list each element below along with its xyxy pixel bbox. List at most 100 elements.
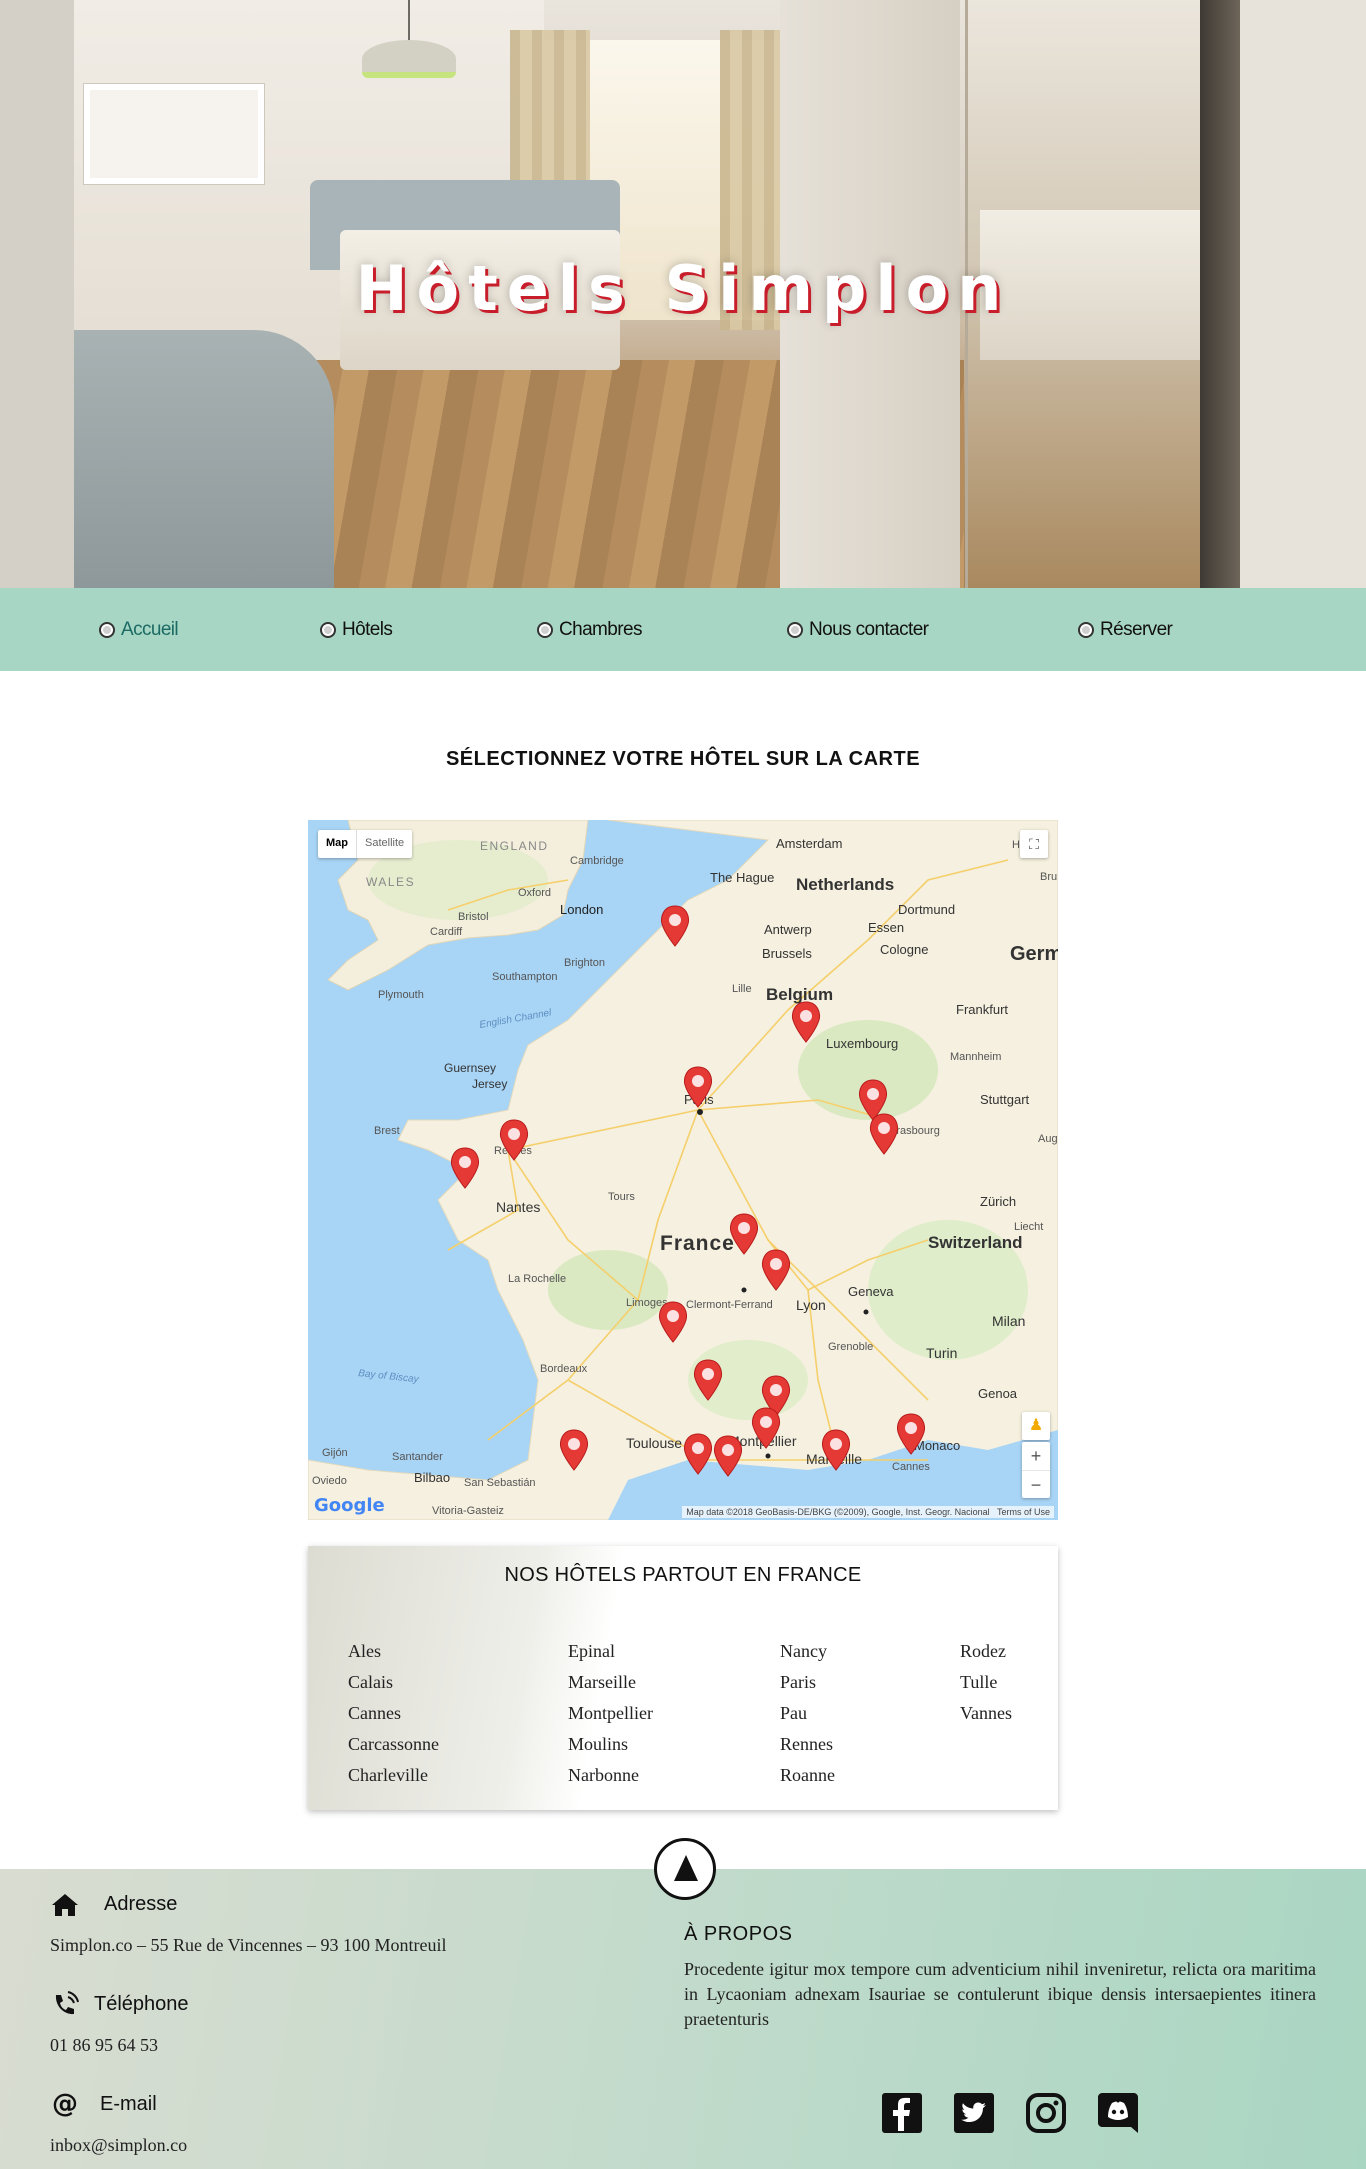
map-terrain bbox=[548, 1250, 668, 1330]
map-label: The Hague bbox=[710, 870, 774, 885]
home-icon bbox=[52, 1894, 78, 1916]
map-label: Grenoble bbox=[828, 1341, 873, 1353]
hotel-link[interactable]: Tulle bbox=[960, 1667, 1012, 1698]
map-label: Plymouth bbox=[378, 989, 424, 1001]
hotel-link[interactable]: Epinal bbox=[568, 1636, 653, 1667]
hotel-link[interactable]: Rodez bbox=[960, 1636, 1012, 1667]
address-label: Adresse bbox=[104, 1893, 178, 1915]
map-label: Lille bbox=[732, 983, 752, 995]
map-label: Belgium bbox=[766, 985, 833, 1004]
twitter-icon[interactable] bbox=[952, 2091, 996, 2135]
hotel-link[interactable]: Montpellier bbox=[568, 1698, 653, 1729]
pegman-icon[interactable]: ♟ bbox=[1022, 1412, 1050, 1440]
nav-item-label: Accueil bbox=[121, 619, 179, 640]
hotel-link[interactable]: Rennes bbox=[780, 1729, 835, 1760]
map-section-title: SÉLECTIONNEZ VOTRE HÔTEL SUR LA CARTE bbox=[445, 748, 921, 770]
hero-photo-lamp bbox=[362, 40, 456, 78]
zoom-out-button[interactable]: − bbox=[1022, 1470, 1050, 1498]
hotel-link[interactable]: Carcassonne bbox=[348, 1729, 439, 1760]
hotel-link[interactable]: Vannes bbox=[960, 1698, 1012, 1729]
map-label: Turin bbox=[926, 1345, 957, 1361]
hotel-list-column: Nancy Paris Pau Rennes Roanne bbox=[780, 1636, 835, 1791]
main-nav: Accueil Hôtels Chambres Nous contacter R… bbox=[0, 588, 1366, 671]
hotel-link[interactable]: Charleville bbox=[348, 1760, 439, 1791]
map-label: Brussels bbox=[762, 946, 812, 961]
map-label: Oxford bbox=[518, 887, 551, 899]
map-label: Milan bbox=[992, 1313, 1025, 1329]
map-label: Mannheim bbox=[950, 1051, 1001, 1063]
hotel-link[interactable]: Ales bbox=[348, 1636, 439, 1667]
map-label: Bristol bbox=[458, 911, 489, 923]
hotel-link[interactable]: Calais bbox=[348, 1667, 439, 1698]
map-label: Amsterdam bbox=[776, 836, 842, 851]
nav-item-contact[interactable]: Nous contacter bbox=[787, 616, 929, 644]
map-label: Southampton bbox=[492, 971, 557, 983]
about-text: Procedente igitur mox tempore cum advent… bbox=[684, 1959, 1316, 2029]
nav-item-label: Réserver bbox=[1100, 619, 1173, 640]
map-label: Cardiff bbox=[430, 926, 463, 938]
hotel-link[interactable]: Paris bbox=[780, 1667, 835, 1698]
site-title: Hôtels Simplon bbox=[355, 252, 1011, 325]
nav-item-reserver[interactable]: Réserver bbox=[1078, 616, 1173, 644]
nav-item-hotels[interactable]: Hôtels bbox=[320, 616, 393, 644]
instagram-icon[interactable] bbox=[1024, 2091, 1068, 2135]
map-label: Vitoria-Gasteiz bbox=[432, 1505, 504, 1517]
map-label: Dortmund bbox=[898, 902, 955, 917]
map-type-map-button[interactable]: Map bbox=[318, 830, 356, 858]
hotel-link[interactable]: Narbonne bbox=[568, 1760, 653, 1791]
map-canvas[interactable]: ENGLAND WALES Cambridge Oxford London Br… bbox=[308, 820, 1058, 1520]
map-label: London bbox=[560, 902, 603, 917]
map-label: Bordeaux bbox=[540, 1363, 588, 1375]
hotel-list-column: Ales Calais Cannes Carcassonne Charlevil… bbox=[348, 1636, 439, 1791]
map-label: Essen bbox=[868, 920, 904, 935]
fullscreen-icon[interactable]: ⛶ bbox=[1020, 830, 1048, 858]
map-label: Augs bbox=[1038, 1133, 1058, 1145]
map-label: La Rochelle bbox=[508, 1273, 566, 1285]
map-label: Switzerland bbox=[928, 1233, 1022, 1252]
map-label: Tours bbox=[608, 1191, 635, 1203]
nav-item-label: Hôtels bbox=[342, 619, 393, 640]
facebook-icon[interactable] bbox=[880, 2091, 924, 2135]
map-label: Genoa bbox=[978, 1386, 1018, 1401]
svg-text:@: @ bbox=[52, 2089, 78, 2117]
nav-item-chambres[interactable]: Chambres bbox=[537, 616, 642, 644]
map-label: Santander bbox=[392, 1451, 443, 1463]
map-label: Cannes bbox=[892, 1461, 930, 1473]
map-label: ENGLAND bbox=[480, 839, 549, 853]
phone-value[interactable]: 01 86 95 64 53 bbox=[50, 2035, 158, 2056]
map-terms-link[interactable]: Terms of Use bbox=[997, 1507, 1050, 1517]
map-label: Brest bbox=[374, 1125, 400, 1137]
map-type-satellite-button[interactable]: Satellite bbox=[356, 830, 412, 858]
map-label: France bbox=[660, 1232, 735, 1255]
nav-item-accueil[interactable]: Accueil bbox=[99, 616, 179, 644]
hotel-link[interactable]: Moulins bbox=[568, 1729, 653, 1760]
map-label: Cologne bbox=[880, 942, 928, 957]
hotel-list-column: Rodez Tulle Vannes bbox=[960, 1636, 1012, 1729]
email-value[interactable]: inbox@simplon.co bbox=[50, 2135, 187, 2156]
map-label: Geneva bbox=[848, 1284, 894, 1299]
map-attribution: Map data ©2018 GeoBasis-DE/BKG (©2009), … bbox=[682, 1506, 1054, 1518]
discord-icon[interactable] bbox=[1096, 2091, 1140, 2135]
map-label: Netherlands bbox=[796, 875, 894, 894]
arrow-up-icon bbox=[674, 1855, 698, 1881]
map-zoom-control: + − bbox=[1022, 1442, 1050, 1498]
map-label: Lyon bbox=[796, 1297, 826, 1313]
map-label: Bilbao bbox=[414, 1470, 450, 1485]
hotel-link[interactable]: Nancy bbox=[780, 1636, 835, 1667]
hotel-link[interactable]: Pau bbox=[780, 1698, 835, 1729]
map-attribution-text: Map data ©2018 GeoBasis-DE/BKG (©2009), … bbox=[686, 1507, 990, 1517]
map-label: Stuttgart bbox=[980, 1092, 1030, 1107]
map-label: WALES bbox=[366, 875, 415, 889]
hotel-link[interactable]: Marseille bbox=[568, 1667, 653, 1698]
hotel-list-title: NOS HÔTELS PARTOUT EN FRANCE bbox=[504, 1564, 862, 1586]
hotel-map[interactable]: ENGLAND WALES Cambridge Oxford London Br… bbox=[308, 820, 1058, 1520]
back-to-top-button[interactable] bbox=[654, 1838, 716, 1900]
hotel-link[interactable]: Roanne bbox=[780, 1760, 835, 1791]
hotel-link[interactable]: Cannes bbox=[348, 1698, 439, 1729]
phone-label: Téléphone bbox=[94, 1993, 189, 2015]
hero-photo-sofa bbox=[74, 330, 334, 588]
map-label: Nantes bbox=[496, 1199, 540, 1215]
at-sign-icon: @ bbox=[52, 2089, 78, 2117]
hero-photo-lamp-cord bbox=[408, 0, 410, 42]
zoom-in-button[interactable]: + bbox=[1022, 1442, 1050, 1470]
